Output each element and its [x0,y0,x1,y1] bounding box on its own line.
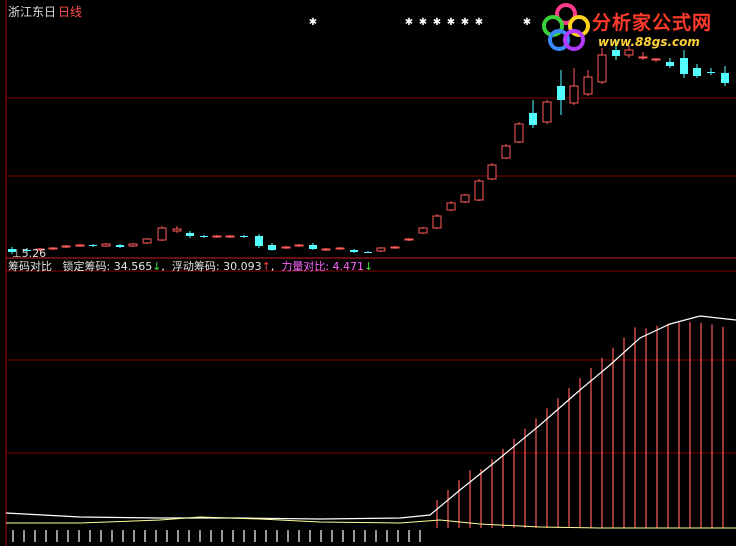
candle [666,58,674,68]
signal-star-icon: ✱ [309,17,317,28]
signal-star-icon: ✱ [461,17,469,28]
indicator-name: 筹码对比 [8,260,52,273]
flower-logo-icon [542,3,590,51]
down-arrow-icon: ↓ [364,260,374,273]
candle [128,243,138,247]
candle [557,70,565,115]
candle [460,194,470,203]
candle [172,226,182,233]
candle [529,100,537,128]
candles-layer [8,40,729,254]
candle [514,122,524,143]
candle [89,244,97,247]
locked-chips-value: 34.565 [113,260,153,273]
candle [364,251,372,253]
candle [61,245,71,248]
candle [542,100,552,124]
candle [294,244,304,247]
candle [309,243,317,250]
logo-text: 分析家公式网 [592,12,713,34]
candle [432,214,442,229]
price-low-label: ⊥5.26 [12,247,46,261]
floating-chips-value: 30.093 [223,260,262,273]
candle [281,246,291,249]
floating-chips-label: 浮动筹码 [171,260,216,273]
candle [255,234,263,248]
locked-chips-label: 锁定筹码 [62,260,107,273]
candle [404,238,414,241]
candle [569,68,579,105]
candle [142,238,152,244]
period-label[interactable]: 日线 [58,5,82,19]
candle [200,235,208,238]
signal-stars-layer: ✱ ✱ ✱ ✱ ✱ ✱ ✱ ✱ [309,17,531,28]
candle [583,70,593,96]
signal-star-icon: ✱ [405,17,413,28]
signal-star-icon: ✱ [447,17,455,28]
up-arrow-icon: ↑ [261,260,271,273]
candle [157,226,167,241]
candle [376,247,386,252]
candle [101,243,111,247]
candle [268,243,276,251]
chart-window[interactable]: ✱ ✱ ✱ ✱ ✱ ✱ ✱ ✱ 浙江东日 日线 ⊥5.26 筹码对比 锁定筹码: 34.565… [0,0,736,546]
indicator-curve-layer [5,315,736,529]
candle [350,249,358,253]
power-ratio-value: 4.471 [332,260,365,273]
candle [707,68,715,75]
candle [474,179,484,201]
signal-star-icon: ✱ [433,17,441,28]
candle [186,231,194,238]
candle [240,235,248,238]
candle [487,163,497,180]
low-arrow-icon: ⊥ [12,247,22,260]
site-logo: 分析家公式网 www.88gs.com [540,2,736,54]
candle [693,64,701,78]
candle [446,201,456,211]
indicator-histogram [12,322,724,542]
candle [651,58,661,62]
signal-star-icon: ✱ [419,17,427,28]
low-value: 5.26 [21,247,47,260]
indicator-header: 筹码对比 锁定筹码: 34.565↓, 浮动筹码: 30.093↑, 力量对比:… [8,260,374,273]
candle [680,50,688,78]
candle [321,248,331,251]
candle [116,244,124,248]
candle [48,247,58,250]
candle [212,235,222,238]
stock-name: 浙江东日 [8,5,57,19]
logo-url: www.88gs.com [598,35,700,49]
candle [335,247,345,250]
candle [75,244,85,247]
candle [390,246,400,249]
power-ratio-label: 力量对比 [281,260,326,273]
main-curve [5,315,736,520]
candle [721,66,729,86]
candle [418,227,428,234]
candle [225,235,235,238]
signal-star-icon: ✱ [475,17,483,28]
signal-star-icon: ✱ [523,17,531,28]
candle [501,144,511,159]
